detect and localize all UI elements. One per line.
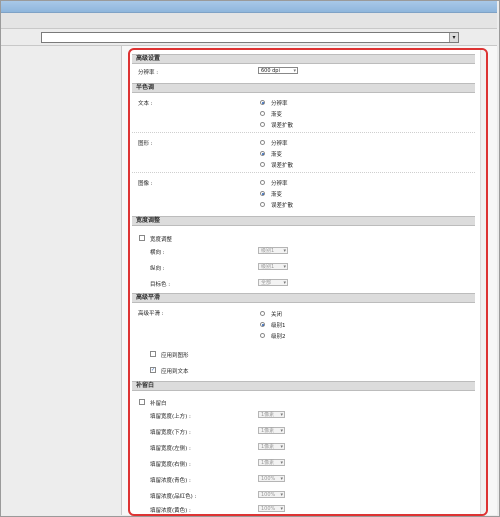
resolution-select[interactable]: 600 dpi ▾: [258, 67, 298, 74]
margin-row-select[interactable]: 1像素 ▾: [258, 427, 285, 434]
section-halftone: 半色调: [132, 83, 475, 93]
smoothing-label: 高级平滑 :: [138, 311, 164, 317]
smoothing-level1-label: 级别1: [271, 323, 286, 329]
chevron-down-icon: ▾: [283, 248, 286, 254]
vertical-select[interactable]: 级别1 ▾: [258, 263, 288, 270]
settings-panel: 高级设置 分辨率 : 600 dpi ▾ 半色调 文本 : 分辨率 渐变 误差扩散…: [128, 48, 488, 516]
title-bar: [1, 1, 497, 13]
text-resolution-label: 分辨率: [271, 101, 288, 107]
smoothing-off-radio[interactable]: [260, 311, 265, 316]
resolution-label: 分辨率 :: [138, 70, 159, 76]
image-diffusion-label: 误差扩散: [271, 203, 294, 209]
margin-row-label: 填留浓度(青色) :: [150, 478, 191, 484]
divider: [132, 172, 475, 173]
chevron-down-icon: ▾: [283, 264, 286, 270]
text-gradation-label: 渐变: [271, 112, 283, 118]
margin-row-select[interactable]: 100% ▾: [258, 491, 285, 498]
margin-checkbox[interactable]: [139, 399, 145, 405]
margin-row-select[interactable]: 1像素 ▾: [258, 459, 285, 466]
text-diffusion-radio[interactable]: [260, 122, 265, 127]
graphics-label: 图形 :: [138, 141, 153, 147]
smoothing-off-label: 关闭: [271, 312, 283, 318]
margin-label: 补留白: [150, 401, 167, 407]
address-bar: ▾: [1, 29, 497, 46]
margin-row-label: 填留浓度(品红色) :: [150, 494, 197, 500]
chevron-down-icon: ▾: [293, 68, 296, 74]
smoothing-level1-radio[interactable]: [260, 322, 265, 327]
density-adjust-label: 宽度调整: [150, 237, 173, 243]
apply-graphics-checkbox[interactable]: [150, 351, 156, 357]
graphics-gradation-label: 渐变: [271, 152, 283, 158]
graphics-resolution-label: 分辨率: [271, 141, 288, 147]
image-resolution-radio[interactable]: [260, 180, 265, 185]
chevron-down-icon: ▾: [280, 428, 283, 434]
margin-row-label: 填留宽度(右侧) :: [150, 462, 191, 468]
apply-text-checkbox[interactable]: ✓: [150, 367, 156, 373]
graphics-diffusion-label: 误差扩散: [271, 163, 294, 169]
section-density-adjust: 宽度调整: [132, 216, 475, 226]
image-gradation-label: 渐变: [271, 192, 283, 198]
density-adjust-checkbox[interactable]: [139, 235, 145, 241]
left-panel: [1, 46, 122, 515]
margin-row-label: 填留浓度(黄色) :: [150, 508, 191, 514]
chevron-down-icon: ▾: [283, 280, 286, 286]
image-diffusion-radio[interactable]: [260, 202, 265, 207]
image-label: 图像 :: [138, 181, 153, 187]
text-resolution-radio[interactable]: [260, 100, 265, 105]
smoothing-level2-radio[interactable]: [260, 333, 265, 338]
toolbar: [1, 13, 497, 29]
margin-row-label: 填留宽度(左侧) :: [150, 446, 191, 452]
margin-row-label: 填留宽度(上方) :: [150, 414, 191, 420]
image-gradation-radio[interactable]: [260, 191, 265, 196]
scrollbar[interactable]: [480, 50, 486, 514]
section-margin-whitespace: 补留白: [132, 381, 475, 391]
section-detail-settings: 高级设置: [132, 54, 475, 64]
margin-row-label: 填留宽度(下方) :: [150, 430, 191, 436]
target-color-label: 目标色 :: [150, 282, 171, 288]
chevron-down-icon: ▾: [280, 506, 283, 512]
chevron-down-icon: ▾: [280, 444, 283, 450]
graphics-gradation-radio[interactable]: [260, 151, 265, 156]
margin-row-select[interactable]: 1像素 ▾: [258, 443, 285, 450]
text-gradation-radio[interactable]: [260, 111, 265, 116]
address-dropdown[interactable]: ▾: [41, 32, 459, 43]
text-diffusion-label: 误差扩散: [271, 123, 294, 129]
target-color-select[interactable]: 全部 ▾: [258, 279, 288, 286]
apply-graphics-label: 应用到图形: [161, 353, 189, 359]
chevron-down-icon: ▾: [280, 492, 283, 498]
vertical-label: 纵向 :: [150, 266, 165, 272]
section-advanced-smoothing: 高级平滑: [132, 293, 475, 303]
horizontal-label: 横向 :: [150, 250, 165, 256]
chevron-down-icon[interactable]: ▾: [449, 33, 458, 42]
smoothing-level2-label: 级别2: [271, 334, 286, 340]
horizontal-select[interactable]: 级别1 ▾: [258, 247, 288, 254]
image-resolution-label: 分辨率: [271, 181, 288, 187]
margin-row-select[interactable]: 100% ▾: [258, 505, 285, 512]
chevron-down-icon: ▾: [280, 476, 283, 482]
chevron-down-icon: ▾: [280, 460, 283, 466]
text-label: 文本 :: [138, 101, 153, 107]
chevron-down-icon: ▾: [280, 412, 283, 418]
graphics-resolution-radio[interactable]: [260, 140, 265, 145]
apply-text-label: 应用到文本: [161, 369, 189, 375]
margin-row-select[interactable]: 1像素 ▾: [258, 411, 285, 418]
divider: [132, 132, 475, 133]
graphics-diffusion-radio[interactable]: [260, 162, 265, 167]
margin-row-select[interactable]: 100% ▾: [258, 475, 285, 482]
